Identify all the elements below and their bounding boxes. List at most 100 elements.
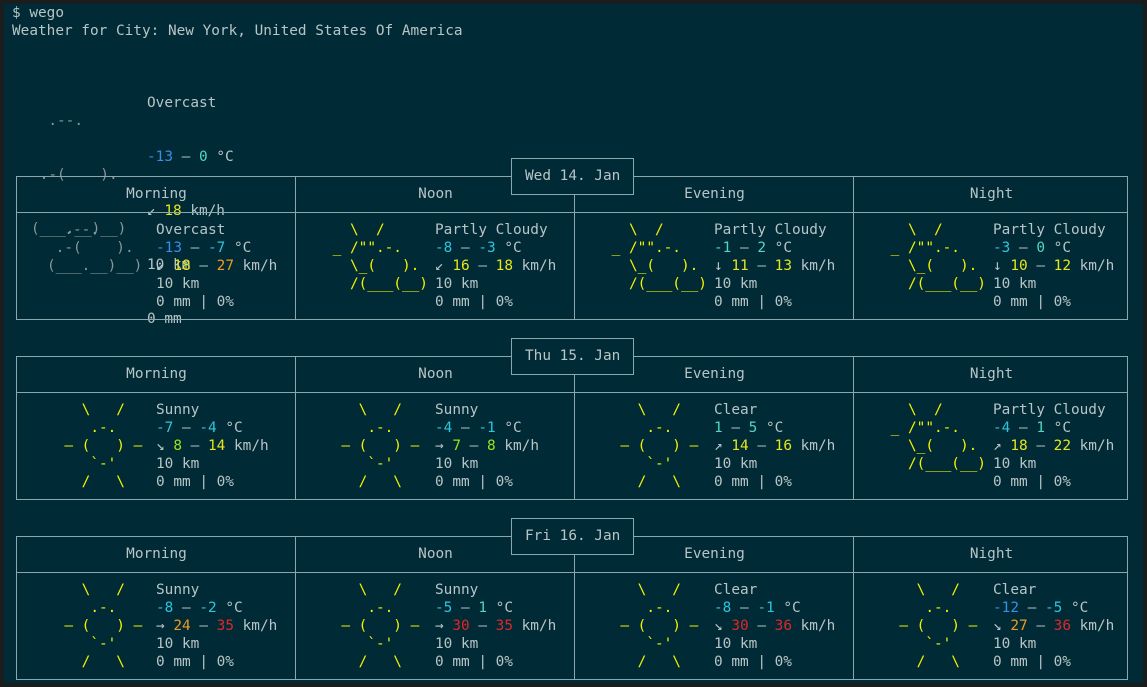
wind-range-part: 10 [1010,258,1028,274]
weather-art-sunny: \ / .-. ― ( ) ― `-' / \ [324,581,428,671]
day-date-label: Thu 15. Jan [511,338,635,375]
forecast-info: Sunny -4 – -1 °C → 7 – 8 km/h 10 km 0 mm | 0… [435,401,539,491]
wind-range-part: → [435,438,453,454]
weather-art-sunny: \ / .-. ― ( ) ― `-' / \ [603,581,707,671]
temperature-range-part: 1 [714,420,723,436]
wind-range: → 30 – 35 km/h [435,617,556,635]
wind-range-part: – [748,618,775,634]
terminal-window[interactable]: $ wego Weather for City: New York, Unite… [4,4,1143,683]
visibility: 10 km [435,456,479,472]
wind-range: ↗ 18 – 22 km/h [993,437,1114,455]
weather-art-partly: \ / _ /"".-. \_( ). /(___(__) [324,221,428,311]
command-prompt: $ wego [12,5,64,21]
art-line: ― ( ) ― [324,438,428,454]
condition-label: Partly Cloudy [714,222,827,238]
art-line: `-' [882,636,986,652]
forecast-info: Partly Cloudy -3 – 0 °C ↓ 10 – 12 km/h 10 k… [993,221,1114,311]
temperature-range-part: °C [1045,240,1071,256]
art-line: `-' [324,456,428,472]
temperature-range-part: °C [757,420,784,436]
day-date-label: Wed 14. Jan [511,158,635,195]
art-line: .-. [47,600,151,616]
city-heading: Weather for City: New York, United State… [12,23,463,39]
art-line: \_( ). [603,258,707,274]
wind-range-part: km/h [791,618,836,634]
visibility: 10 km [993,636,1037,652]
current-temperature-part: -13 [147,149,173,165]
visibility: 10 km [156,456,200,472]
period-header-night: Night [969,366,1014,382]
weather-art-sunny: \ / .-. ― ( ) ― `-' / \ [47,581,151,671]
temperature-range-part: – [452,600,479,616]
temperature-range-part: -1 [757,600,775,616]
wind-range-part: – [469,258,496,274]
temperature-range-part: °C [1045,420,1071,436]
art-line: .-. [324,600,428,616]
temperature-range-part: – [1010,240,1037,256]
wind-range-part: km/h [225,438,269,454]
art-line: .-( ). [47,240,143,256]
art-line: ― ( ) ― [47,438,151,454]
temperature-range-part: 2 [757,240,766,256]
wind-range-part: 13 [774,258,792,274]
temperature-range: -8 – -3 °C [435,239,556,257]
wind-range-part: – [1027,618,1054,634]
precipitation: 0 mm | 0% [435,294,513,310]
condition-label: Partly Cloudy [993,222,1106,238]
temperature-range-part: – [1010,420,1037,436]
temperature-range-part: -4 [993,420,1011,436]
wind-range-part: 14 [208,438,226,454]
wind-range-part: 36 [774,618,792,634]
wind-range-part: – [1027,438,1054,454]
art-line: \ / [882,582,986,598]
wind-range-part: ↗ [993,438,1011,454]
current-temperature-part: °C [207,149,234,165]
wind-range-part: ↙ [435,258,453,274]
wind-range-part: 8 [173,438,182,454]
temperature-range-part: – [731,240,758,256]
art-line: \ / [324,222,420,238]
wind-range-part: 35 [216,618,234,634]
art-line: _ /"".-. [882,240,978,256]
current-temperature-part: – [173,149,199,165]
wind-range-part: 14 [731,438,749,454]
temperature-range: -1 – 2 °C [714,239,835,257]
wind-range: ↗ 14 – 16 km/h [714,437,835,455]
wind-range-part: km/h [791,438,836,454]
temperature-range: -12 – -5 °C [993,599,1114,617]
condition-label: Sunny [156,582,200,598]
wind-range-part: – [182,438,208,454]
wind-range: ↙ 16 – 18 km/h [435,257,556,275]
temperature-range-part: – [173,420,200,436]
art-line: / \ [324,654,428,670]
art-line: / \ [47,474,151,490]
temperature-range: -7 – -4 °C [156,419,269,437]
wind-range-part: 11 [731,258,749,274]
wind-range: ↙ 18 – 27 km/h [156,257,277,275]
wind-range-part: ↙ [156,258,174,274]
period-header-night: Night [969,546,1014,562]
day-table: Morning \ / .-. ― ( ) ― `-' / \ Sunny -8 … [16,536,1128,680]
wind-range-part: km/h [512,258,557,274]
temperature-range-part: -13 [156,240,182,256]
temperature-range-part: -1 [714,240,732,256]
condition-label: Partly Cloudy [993,402,1106,418]
art-line [882,293,986,311]
art-line: _ /"".-. [603,240,699,256]
wind-range: ↓ 10 – 12 km/h [993,257,1114,275]
wind-range-part: ↘ [714,618,732,634]
day-table: Morning \ / .-. ― ( ) ― `-' / \ Sunny -7 … [16,356,1128,500]
wind-range-part: 18 [495,258,513,274]
temperature-range: -4 – -1 °C [435,419,539,437]
wind-range-part: km/h [512,618,557,634]
temperature-range-part: – [182,240,208,256]
wind-range-part: 30 [452,618,470,634]
forecast-info: Clear -8 – -1 °C ↘ 30 – 36 km/h 10 km 0 mm |… [714,581,835,671]
precipitation: 0 mm | 0% [714,294,792,310]
art-line: .--. [47,222,134,238]
period-header-morning: Morning [126,366,187,382]
art-line: .-. [882,600,986,616]
art-line: `-' [603,456,707,472]
wind-range-part: – [469,618,496,634]
wind-range-part: – [748,438,775,454]
